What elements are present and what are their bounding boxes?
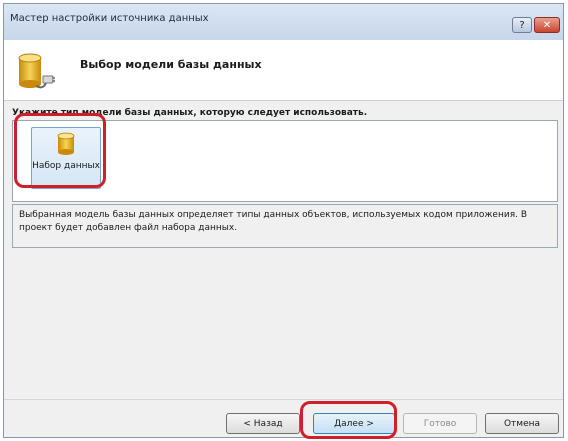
title-bar: Мастер настройки источника данных ? ✕ — [4, 4, 563, 40]
close-button[interactable]: ✕ — [534, 17, 560, 33]
help-button[interactable]: ? — [512, 17, 532, 33]
help-label: ? — [519, 19, 525, 31]
cancel-button[interactable]: Отмена — [485, 413, 559, 434]
wizard-window: Мастер настройки источника данных ? ✕ Вы… — [3, 3, 564, 438]
highlight-dataset-outline — [14, 113, 106, 188]
close-icon: ✕ — [542, 19, 552, 31]
back-button[interactable]: < Назад — [226, 413, 300, 434]
footer-divider — [4, 399, 563, 400]
wizard-header: Выбор модели базы данных — [4, 40, 563, 101]
finish-button[interactable]: Готово — [403, 413, 477, 434]
window-title: Мастер настройки источника данных — [10, 13, 209, 24]
model-description: Выбранная модель базы данных определяет … — [12, 204, 558, 248]
page-title: Выбор модели базы данных — [80, 58, 262, 71]
database-plug-icon — [18, 53, 55, 89]
highlight-next-outline — [300, 401, 397, 439]
